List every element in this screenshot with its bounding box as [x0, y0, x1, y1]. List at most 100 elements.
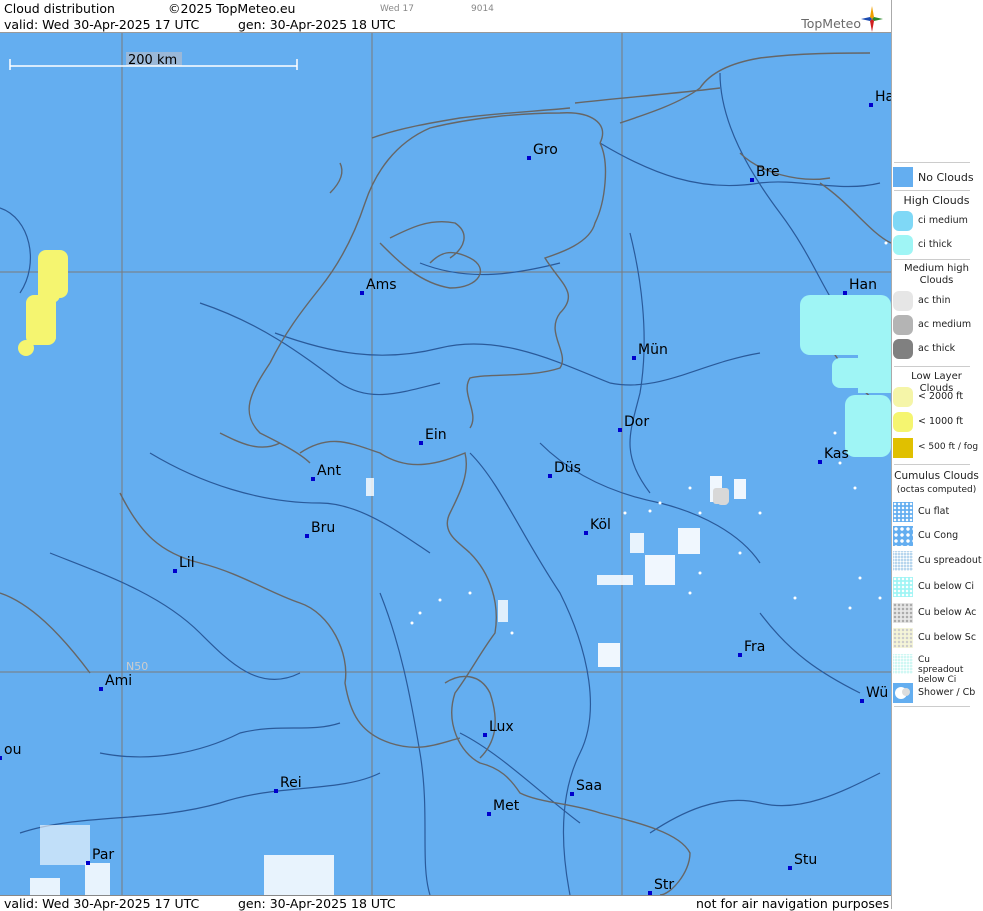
city-label: Wü — [866, 685, 888, 701]
city-dot — [487, 812, 491, 816]
cu-flat-swatch — [893, 502, 913, 522]
city-marker-düs[interactable]: Düs — [548, 460, 581, 478]
map-title: Cloud distribution — [4, 1, 115, 16]
legend-divider — [894, 162, 970, 163]
cumulus-speckles — [30, 241, 888, 895]
city-marker-str[interactable]: Str — [648, 877, 674, 895]
city-label: Bru — [311, 520, 335, 536]
legend-cu-below-sc: Cu below Sc — [893, 627, 983, 649]
city-label: Ein — [425, 427, 447, 443]
legend-panel: No Clouds High Clouds ci medium ci thick… — [891, 0, 983, 909]
city-marker-ams[interactable]: Ams — [360, 277, 397, 295]
cu-below-ac-label: Cu below Ac — [918, 607, 977, 618]
legend-cu-below-ac: Cu below Ac — [893, 602, 983, 624]
legend-ci-medium: ci medium — [893, 210, 983, 232]
city-marker-mün[interactable]: Mün — [632, 342, 668, 360]
city-dot — [311, 477, 315, 481]
generated-time: gen: 30-Apr-2025 18 UTC — [238, 17, 396, 32]
shower-label: Shower / Cb — [918, 687, 976, 698]
scale-bar: 200 km — [9, 52, 298, 70]
topmeteo-logo: TopMeteo — [783, 6, 883, 32]
cu-below-ci-label: Cu below Ci — [918, 581, 975, 592]
city-dot — [274, 789, 278, 793]
ac-thin-swatch — [893, 291, 913, 311]
city-marker-saa[interactable]: Saa — [570, 778, 602, 796]
city-dot — [419, 441, 423, 445]
legend-cu-cong: Cu Cong — [893, 525, 983, 547]
city-marker-han[interactable]: Han — [843, 277, 877, 295]
cu-below-ac-swatch — [893, 603, 913, 623]
low-500-swatch — [893, 438, 913, 458]
city-label: Lil — [179, 555, 195, 571]
legend-ac-thick: ac thick — [893, 338, 983, 360]
cumulus-subtitle: (octas computed) — [896, 485, 977, 495]
city-label: Ha — [875, 89, 891, 105]
city-marker-met[interactable]: Met — [487, 798, 520, 816]
legend-low-2000: < 2000 ft — [893, 386, 983, 408]
cu-spreadout-below-ci-label: Cu spreadout below Ci — [918, 655, 964, 685]
city-label: Köl — [590, 517, 611, 533]
legend-low-500: < 500 ft / fog — [893, 437, 983, 459]
ac-thin-label: ac thin — [918, 295, 951, 306]
city-marker-ou[interactable]: ou — [0, 742, 21, 760]
legend-low-1000: < 1000 ft — [893, 411, 983, 433]
city-marker-rei[interactable]: Rei — [274, 775, 302, 793]
city-marker-bre[interactable]: Bre — [750, 164, 780, 182]
low-500-label: < 500 ft / fog — [918, 442, 979, 452]
city-dot — [360, 291, 364, 295]
city-marker-ha[interactable]: Ha — [869, 89, 891, 107]
shower-swatch — [893, 683, 913, 703]
legend-divider — [894, 464, 970, 465]
ac-puffs — [713, 488, 729, 505]
ac-medium-swatch — [893, 315, 913, 335]
city-marker-dor[interactable]: Dor — [618, 414, 649, 432]
cu-cong-swatch — [893, 526, 913, 546]
city-marker-wü[interactable]: Wü — [860, 685, 888, 703]
low-1000-swatch — [893, 412, 913, 432]
low-1000-label: < 1000 ft — [918, 416, 964, 427]
city-dot — [527, 156, 531, 160]
cu-spreadout-label: Cu spreadout — [918, 555, 982, 566]
city-dot — [584, 531, 588, 535]
city-label: Bre — [756, 164, 780, 180]
city-label: Kas — [824, 446, 849, 462]
legend-cu-flat: Cu flat — [893, 501, 983, 523]
city-marker-gro[interactable]: Gro — [527, 142, 558, 160]
city-marker-lux[interactable]: Lux — [483, 719, 514, 737]
cu-flat-label: Cu flat — [918, 506, 950, 517]
city-dot — [860, 699, 864, 703]
city-label: Düs — [554, 460, 581, 476]
cloud-map[interactable]: N50 200 km Gro Ha Bre Ams Han Mün Ein Do… — [0, 33, 891, 895]
map-header: Cloud distribution ©2025 TopMeteo.eu Wed… — [0, 0, 891, 33]
legend-shower: Shower / Cb — [893, 682, 983, 704]
cu-spreadout-below-ci-swatch — [893, 654, 913, 674]
city-marker-ein[interactable]: Ein — [419, 427, 447, 445]
city-marker-kas[interactable]: Kas — [818, 446, 849, 464]
city-marker-stu[interactable]: Stu — [788, 852, 817, 870]
city-dot — [173, 569, 177, 573]
city-marker-bru[interactable]: Bru — [305, 520, 335, 538]
low-2000-swatch — [893, 387, 913, 407]
high-cloud-area — [800, 295, 891, 457]
ci-medium-swatch — [893, 211, 913, 231]
scale-label: 200 km — [128, 53, 177, 68]
city-marker-ami[interactable]: Ami — [99, 673, 132, 691]
no-clouds-label: No Clouds — [918, 171, 974, 184]
city-marker-lil[interactable]: Lil — [173, 555, 195, 573]
low-2000-label: < 2000 ft — [918, 391, 964, 402]
city-marker-köl[interactable]: Köl — [584, 517, 611, 535]
legend-cu-below-ci: Cu below Ci — [893, 576, 983, 598]
city-label: Fra — [744, 639, 765, 655]
city-layer: Gro Ha Bre Ams Han Mün Ein Dor Ant Düs Kas Bru Köl Li… — [0, 89, 891, 895]
legend-divider — [894, 259, 970, 260]
legend-divider — [894, 190, 970, 191]
city-label: Saa — [576, 778, 602, 794]
city-marker-par[interactable]: Par — [86, 847, 114, 865]
city-marker-fra[interactable]: Fra — [738, 639, 765, 657]
city-marker-ant[interactable]: Ant — [311, 463, 341, 481]
city-dot — [305, 534, 309, 538]
graticule — [0, 33, 891, 895]
city-label: Str — [654, 877, 674, 893]
legend-ac-thin: ac thin — [893, 290, 983, 312]
legend-divider — [894, 366, 970, 367]
